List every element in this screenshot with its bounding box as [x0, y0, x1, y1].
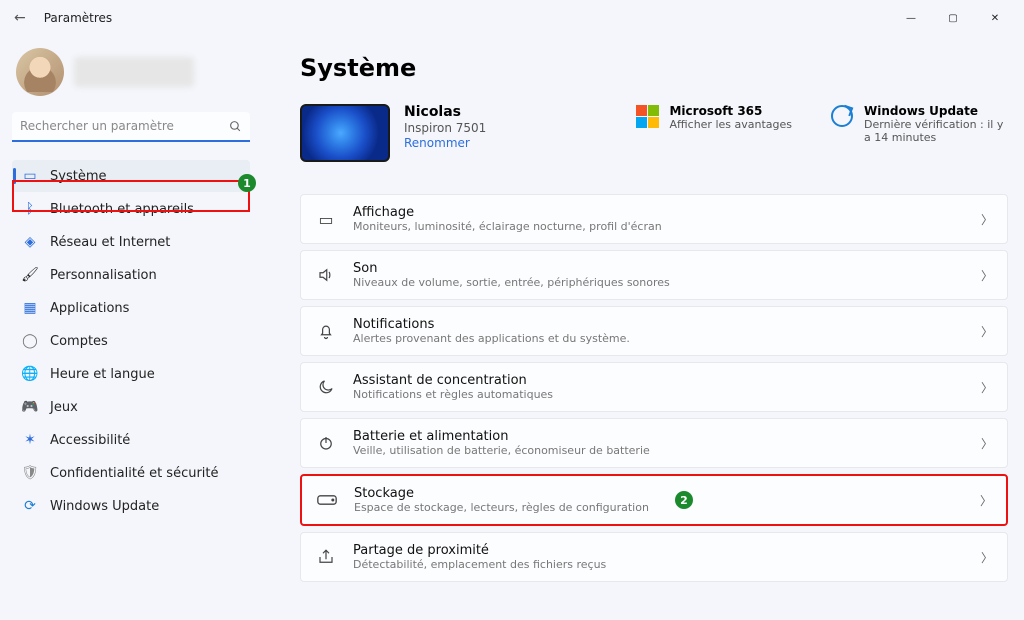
card-sub: Alertes provenant des applications et du…: [353, 332, 630, 345]
chevron-right-icon: 〉: [981, 323, 993, 340]
card-sub: Notifications et règles automatiques: [353, 388, 553, 401]
sidebar-item-label: Réseau et Internet: [50, 235, 170, 250]
display-icon: ▭: [22, 168, 38, 184]
maximize-button[interactable]: ▢: [932, 3, 974, 33]
speaker-icon: [315, 264, 337, 286]
device-model: Inspiron 7501: [404, 121, 486, 135]
drive-icon: [316, 489, 338, 511]
avatar: [16, 48, 64, 96]
gamepad-icon: 🎮: [22, 399, 38, 415]
device-name: Nicolas: [404, 104, 486, 120]
sidebar-item-time-lang[interactable]: 🌐 Heure et langue: [12, 358, 250, 390]
chevron-right-icon: 〉: [981, 267, 993, 284]
sidebar-item-bluetooth[interactable]: ᛒ Bluetooth et appareils: [12, 193, 250, 225]
accessibility-icon: ✶: [22, 432, 38, 448]
profile-name-redacted: [74, 57, 194, 87]
sidebar: ▭ Système ᛒ Bluetooth et appareils ◈ Réseau…: [0, 36, 260, 620]
card-title: Affichage: [353, 205, 662, 220]
sidebar-item-accounts[interactable]: ◯ Comptes: [12, 325, 250, 357]
search-box[interactable]: [12, 112, 250, 142]
sidebar-item-personalization[interactable]: 🖌 Personnalisation: [12, 259, 250, 291]
chevron-right-icon: 〉: [980, 492, 992, 509]
person-icon: ◯: [22, 333, 38, 349]
sidebar-item-label: Bluetooth et appareils: [50, 202, 194, 217]
windows-update-pill[interactable]: Windows Update Dernière vérification : i…: [830, 104, 1004, 144]
card-sub: Veille, utilisation de batterie, économi…: [353, 444, 650, 457]
card-title: Partage de proximité: [353, 543, 606, 558]
card-sub: Espace de stockage, lecteurs, règles de …: [354, 501, 649, 514]
ms365-sub: Afficher les avantages: [669, 118, 792, 131]
shield-icon: 🛡: [22, 465, 38, 481]
minimize-button[interactable]: —: [890, 3, 932, 33]
annotation-badge-2: 2: [675, 491, 693, 509]
clock-globe-icon: 🌐: [22, 366, 38, 382]
ms365-pill[interactable]: Microsoft 365 Afficher les avantages: [635, 104, 792, 144]
sidebar-item-label: Confidentialité et sécurité: [50, 466, 219, 481]
sidebar-item-label: Personnalisation: [50, 268, 157, 283]
sidebar-item-windows-update[interactable]: ⟳ Windows Update: [12, 490, 250, 522]
sidebar-item-label: Heure et langue: [50, 367, 155, 382]
card-notifications[interactable]: NotificationsAlertes provenant des appli…: [300, 306, 1008, 356]
sidebar-item-accessibility[interactable]: ✶ Accessibilité: [12, 424, 250, 456]
apps-icon: ▦: [22, 300, 38, 316]
card-title: Notifications: [353, 317, 630, 332]
card-title: Son: [353, 261, 670, 276]
moon-icon: [315, 376, 337, 398]
power-icon: [315, 432, 337, 454]
back-button[interactable]: ←: [8, 6, 32, 30]
sidebar-item-label: Accessibilité: [50, 433, 130, 448]
search-icon: [229, 120, 242, 136]
wu-title: Windows Update: [864, 104, 1004, 118]
card-power-battery[interactable]: Batterie et alimentationVeille, utilisat…: [300, 418, 1008, 468]
card-display[interactable]: ▭ AffichageMoniteurs, luminosité, éclair…: [300, 194, 1008, 244]
sidebar-item-system[interactable]: ▭ Système: [12, 160, 250, 192]
monitor-icon: ▭: [315, 208, 337, 230]
card-title: Assistant de concentration: [353, 373, 553, 388]
card-focus-assist[interactable]: Assistant de concentrationNotifications …: [300, 362, 1008, 412]
sidebar-item-network[interactable]: ◈ Réseau et Internet: [12, 226, 250, 258]
sidebar-item-label: Windows Update: [50, 499, 159, 514]
bell-icon: [315, 320, 337, 342]
sidebar-item-privacy[interactable]: 🛡 Confidentialité et sécurité: [12, 457, 250, 489]
chevron-right-icon: 〉: [981, 379, 993, 396]
close-button[interactable]: ✕: [974, 3, 1016, 33]
card-sound[interactable]: SonNiveaux de volume, sortie, entrée, pé…: [300, 250, 1008, 300]
update-icon: ⟳: [22, 498, 38, 514]
wifi-icon: ◈: [22, 234, 38, 250]
ms365-icon: [635, 104, 659, 128]
sidebar-item-label: Système: [50, 169, 106, 184]
wallpaper-thumb: [300, 104, 390, 162]
card-sub: Détectabilité, emplacement des fichiers …: [353, 558, 606, 571]
chevron-right-icon: 〉: [981, 435, 993, 452]
card-sub: Niveaux de volume, sortie, entrée, périp…: [353, 276, 670, 289]
sidebar-item-label: Jeux: [50, 400, 78, 415]
card-storage[interactable]: StockageEspace de stockage, lecteurs, rè…: [300, 474, 1008, 526]
wu-sub: Dernière vérification : il y a 14 minute…: [864, 118, 1004, 144]
main-content: Système Nicolas Inspiron 7501 Renommer M…: [260, 36, 1024, 620]
card-nearby-sharing[interactable]: Partage de proximitéDétectabilité, empla…: [300, 532, 1008, 582]
rename-link[interactable]: Renommer: [404, 136, 486, 150]
sidebar-item-label: Applications: [50, 301, 129, 316]
sidebar-item-gaming[interactable]: 🎮 Jeux: [12, 391, 250, 423]
window-title: Paramètres: [44, 11, 112, 25]
profile-block[interactable]: [12, 48, 250, 96]
share-icon: [315, 546, 337, 568]
brush-icon: 🖌: [22, 267, 38, 283]
chevron-right-icon: 〉: [981, 211, 993, 228]
sidebar-item-apps[interactable]: ▦ Applications: [12, 292, 250, 324]
card-title: Stockage: [354, 486, 649, 501]
card-sub: Moniteurs, luminosité, éclairage nocturn…: [353, 220, 662, 233]
titlebar: ← Paramètres — ▢ ✕: [0, 0, 1024, 36]
bluetooth-icon: ᛒ: [22, 201, 38, 217]
nav-list: ▭ Système ᛒ Bluetooth et appareils ◈ Réseau…: [12, 160, 250, 522]
card-title: Batterie et alimentation: [353, 429, 650, 444]
windows-update-icon: [830, 104, 854, 128]
page-title: Système: [300, 54, 1008, 82]
search-input[interactable]: [12, 112, 250, 142]
chevron-right-icon: 〉: [981, 549, 993, 566]
device-header-row: Nicolas Inspiron 7501 Renommer Microsoft…: [300, 104, 1008, 162]
sidebar-item-label: Comptes: [50, 334, 108, 349]
ms365-title: Microsoft 365: [669, 104, 792, 118]
